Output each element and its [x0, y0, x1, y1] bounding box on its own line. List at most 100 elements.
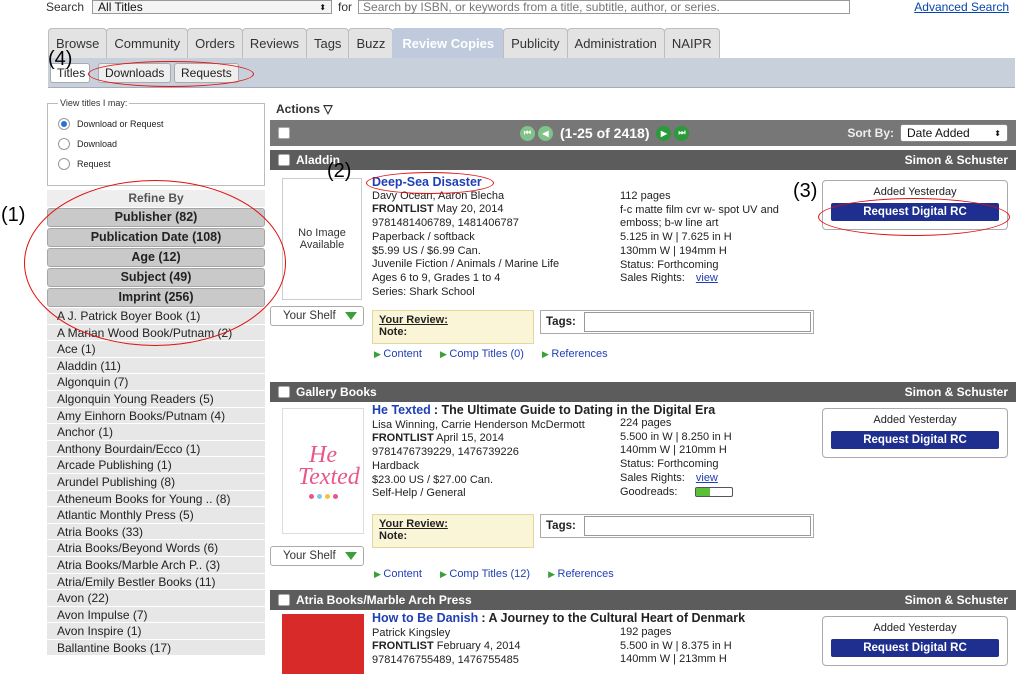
annotation-circle-refine	[24, 180, 286, 346]
tab-administration[interactable]: Administration	[566, 28, 665, 58]
imprint-item[interactable]: Atlantic Monthly Press (5)	[47, 507, 265, 524]
radio-download-or-request[interactable]: Download or Request	[58, 114, 254, 134]
dimensions-in: 5.125 in W | 7.625 in H	[620, 231, 732, 244]
search-label: Search	[46, 0, 85, 14]
sales-rights-view-link[interactable]: view	[696, 472, 718, 484]
row-checkbox[interactable]	[278, 594, 290, 606]
first-page-icon[interactable]: ⏮	[520, 125, 535, 141]
your-review-label: Your Review:	[379, 314, 448, 326]
category: Juvenile Fiction / Animals / Marine Life	[372, 258, 560, 271]
comp-titles-link[interactable]: Comp Titles (0)	[440, 348, 524, 360]
tab-community[interactable]: Community	[106, 28, 189, 58]
actions-menu[interactable]: Actions ▽	[270, 98, 1016, 120]
sales-rights-view-link[interactable]: view	[696, 272, 718, 284]
dimensions-in: 5.500 in W | 8.250 in H	[620, 430, 732, 443]
annotation-circle-title	[366, 172, 494, 194]
tab-tags[interactable]: Tags	[305, 28, 350, 58]
tags-input[interactable]	[583, 516, 811, 536]
pub-date: February 4, 2014	[436, 640, 521, 653]
dropdown-triangle-icon	[345, 312, 357, 320]
imprint-item[interactable]: Algonquin (7)	[47, 374, 265, 391]
your-shelf-button[interactable]: Your Shelf	[270, 546, 364, 566]
sales-rights-label: Sales Rights:	[620, 471, 685, 484]
tab-reviews[interactable]: Reviews	[241, 28, 307, 58]
imprint-item[interactable]: Atheneum Books for Young .. (8)	[47, 490, 265, 508]
request-box: Added Yesterday Request Digital RC	[822, 616, 1008, 666]
search-scope-select[interactable]: All Titles ⬍	[92, 0, 333, 14]
next-page-icon[interactable]: ▶	[656, 125, 672, 141]
tab-publicity[interactable]: Publicity	[503, 28, 568, 58]
imprint-item[interactable]: Aladdin (11)	[47, 357, 265, 375]
your-shelf-button[interactable]: Your Shelf	[270, 306, 364, 326]
imprint-item[interactable]: Arcade Publishing (1)	[47, 457, 265, 474]
price: $5.99 US / $6.99 Can.	[372, 244, 481, 257]
imprint-item[interactable]: Avon Impulse (7)	[47, 606, 265, 624]
sort-select[interactable]: Date Added ⬍	[900, 124, 1008, 142]
radio-request[interactable]: Request	[58, 154, 254, 174]
imprint-item[interactable]: Atria Books (33)	[47, 523, 265, 541]
select-all-checkbox[interactable]	[278, 127, 290, 139]
last-page-icon[interactable]: ⏭	[674, 125, 690, 141]
imprint-item[interactable]: Atria Books/Beyond Words (6)	[47, 540, 265, 557]
cover-dots-decoration	[308, 493, 338, 499]
pub-date: April 15, 2014	[436, 432, 505, 445]
imprint-list: A J. Patrick Boyer Book (1) A Marian Wood…	[47, 308, 265, 657]
select-arrows-icon: ⬍	[994, 128, 1001, 138]
imprint-item[interactable]: Algonquin Young Readers (5)	[47, 390, 265, 408]
annotation-label-1: (1)	[1, 204, 26, 226]
advanced-search-link[interactable]: Advanced Search	[914, 0, 1009, 14]
frontlist-label: FRONTLIST	[372, 203, 434, 216]
imprint-item[interactable]: Arundel Publishing (8)	[47, 473, 265, 491]
format: Paperback / softback	[372, 230, 475, 243]
your-shelf-label: Your Shelf	[283, 310, 336, 322]
imprint-item[interactable]: Avon (22)	[47, 590, 265, 607]
tab-buzz[interactable]: Buzz	[348, 28, 394, 58]
note-label: Note:	[379, 326, 408, 338]
request-digital-rc-button[interactable]: Request Digital RC	[831, 431, 999, 449]
references-link[interactable]: References	[542, 348, 607, 360]
imprint-item[interactable]: Ballantine Books (17)	[47, 639, 265, 657]
sales-rights-label: Sales Rights:	[620, 272, 685, 285]
tags-label: Tags:	[546, 316, 576, 328]
book-title-link[interactable]: He Texted	[372, 403, 431, 417]
main-tabs: Browse Community Orders Reviews Tags Buz…	[48, 28, 720, 58]
goodreads-rating-bar[interactable]	[694, 486, 733, 497]
imprint-item[interactable]: Anchor (1)	[47, 424, 265, 441]
isbn: 9781481406789, 1481406787	[372, 217, 519, 230]
imprint-item[interactable]: Avon Inspire (1)	[47, 623, 265, 640]
imprint-item[interactable]: Atria/Emily Bestler Books (11)	[47, 573, 265, 591]
imprint-item[interactable]: Atria Books/Marble Arch P.. (3)	[47, 556, 265, 574]
tab-orders[interactable]: Orders	[187, 28, 243, 58]
row-checkbox[interactable]	[278, 154, 290, 166]
imprint-item[interactable]: Anthony Bourdain/Ecco (1)	[47, 440, 265, 458]
radio-empty-icon	[58, 138, 70, 150]
book-cover-image	[282, 614, 364, 674]
content-link[interactable]: Content	[374, 348, 422, 360]
note-label: Note:	[379, 530, 408, 542]
view-titles-fieldset: View titles I may: Download or Request D…	[47, 98, 265, 186]
frontlist-label: FRONTLIST	[372, 640, 434, 653]
book-specs: 192 pages 5.500 in W | 8.375 in H 140mm …	[620, 626, 810, 667]
imprint-name[interactable]: Atria Books/Marble Arch Press	[296, 593, 472, 607]
radio-download[interactable]: Download	[58, 134, 254, 154]
content-link[interactable]: Content	[374, 568, 422, 580]
top-search-bar: Search All Titles ⬍ for Search by ISBN, o…	[40, 0, 1015, 14]
tags-input[interactable]	[583, 312, 811, 332]
request-digital-rc-button[interactable]: Request Digital RC	[831, 639, 999, 657]
imprint-name[interactable]: Gallery Books	[296, 385, 377, 399]
tab-naipr[interactable]: NAIPR	[663, 28, 720, 58]
imprint-item[interactable]: Amy Einhorn Books/Putnam (4)	[47, 407, 265, 425]
your-shelf-label: Your Shelf	[283, 550, 336, 562]
book-title-link[interactable]: How to Be Danish	[372, 611, 478, 625]
your-review-box[interactable]: Your Review: Note:	[372, 310, 534, 344]
prev-page-icon[interactable]: ◀	[538, 125, 553, 141]
comp-titles-link[interactable]: Comp Titles (12)	[440, 568, 530, 580]
row-checkbox[interactable]	[278, 386, 290, 398]
radio-label: Request	[77, 159, 111, 169]
search-input[interactable]: Search by ISBN, or keywords from a title…	[358, 0, 851, 14]
your-review-box[interactable]: Your Review: Note:	[372, 514, 534, 548]
tab-review-copies[interactable]: Review Copies	[392, 28, 505, 58]
spec-line: emboss; b-w line art	[620, 217, 719, 230]
status: Status: Forthcoming	[620, 258, 719, 271]
references-link[interactable]: References	[548, 568, 614, 580]
